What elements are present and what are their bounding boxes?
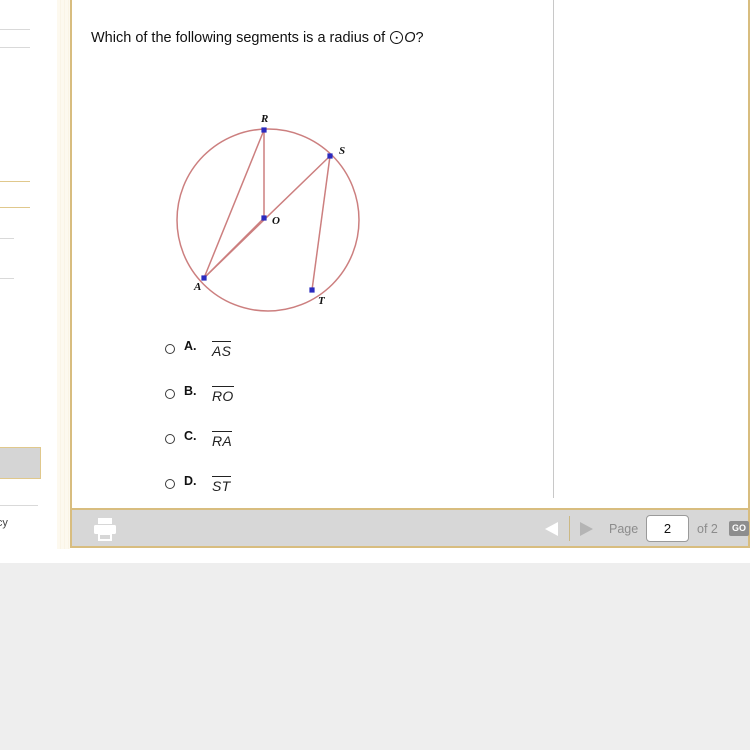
page-background-fill bbox=[0, 563, 750, 750]
radio-button-c[interactable] bbox=[165, 434, 175, 444]
sidebar-divider bbox=[0, 207, 30, 208]
segment-st bbox=[311, 155, 331, 291]
screenshot-root: s licy Multiple Choice: Please select th… bbox=[0, 0, 750, 750]
point-s bbox=[327, 153, 333, 159]
choice-letter: D. bbox=[184, 474, 197, 488]
page-label: Page bbox=[609, 522, 639, 536]
pdf-toolbar: Page of 2 GO bbox=[72, 508, 750, 546]
question-prompt-suffix: ? bbox=[415, 30, 424, 46]
arrow-left-icon[interactable] bbox=[545, 522, 558, 536]
answer-choices-list: A. AS B. RO C. RA D. ST bbox=[165, 338, 465, 508]
question-prompt: Which of the following segments is a rad… bbox=[91, 2, 531, 48]
arrow-right-icon[interactable] bbox=[580, 522, 593, 536]
radio-button-d[interactable] bbox=[165, 479, 175, 489]
sidebar-divider bbox=[0, 238, 14, 239]
sidebar-policy-link-clipped[interactable]: licy bbox=[0, 517, 8, 529]
radio-button-b[interactable] bbox=[165, 389, 175, 399]
go-button[interactable]: GO bbox=[729, 521, 750, 536]
left-sidebar: s licy bbox=[0, 0, 57, 563]
point-label-o: O bbox=[272, 215, 280, 227]
sidebar-divider bbox=[0, 47, 30, 48]
answer-choice-st[interactable]: D. ST bbox=[165, 473, 465, 508]
choice-segment-label: AS bbox=[212, 341, 232, 359]
question-content-region: Multiple Choice: Please select the best … bbox=[72, 0, 748, 508]
circle-with-center-dot-icon bbox=[390, 31, 404, 44]
answer-choice-ra[interactable]: C. RA bbox=[165, 428, 465, 473]
answer-choice-as[interactable]: A. AS bbox=[165, 338, 465, 383]
circle-geometry-diagram: R S O A T bbox=[167, 108, 377, 323]
choice-segment-label: ST bbox=[212, 476, 231, 494]
sidebar-divider bbox=[0, 29, 30, 30]
toolbar-separator bbox=[569, 516, 570, 541]
choice-letter: A. bbox=[184, 339, 197, 353]
sidebar-divider bbox=[0, 278, 14, 279]
question-prompt-prefix: Which of the following segments is a rad… bbox=[91, 30, 390, 46]
choice-segment-label: RA bbox=[212, 431, 233, 449]
point-r bbox=[261, 127, 267, 133]
sidebar-divider bbox=[0, 181, 30, 182]
point-label-t: T bbox=[318, 295, 326, 307]
choice-segment-label: RO bbox=[212, 386, 234, 404]
instruction-paragraph: Multiple Choice: Please select the best … bbox=[91, 0, 531, 2]
point-t bbox=[309, 287, 315, 293]
page-number-input[interactable] bbox=[646, 515, 689, 542]
frame-bottom-spacer bbox=[0, 549, 750, 563]
choice-letter: C. bbox=[184, 429, 197, 443]
segment-ra bbox=[203, 129, 265, 279]
sidebar-gray-button[interactable] bbox=[0, 447, 41, 479]
radio-button-a[interactable] bbox=[165, 344, 175, 354]
point-label-s: S bbox=[339, 145, 345, 157]
app-frame: Multiple Choice: Please select the best … bbox=[70, 0, 750, 548]
sidebar-gap-column bbox=[57, 0, 70, 563]
printer-icon-svg bbox=[94, 518, 116, 541]
point-o bbox=[261, 215, 267, 221]
page-total-label: of 2 bbox=[697, 522, 718, 536]
point-label-a: A bbox=[193, 281, 201, 293]
answer-choice-ro[interactable]: B. RO bbox=[165, 383, 465, 428]
point-label-r: R bbox=[260, 113, 268, 125]
choice-letter: B. bbox=[184, 384, 197, 398]
geometry-svg: R S O A T bbox=[176, 113, 360, 312]
sidebar-divider bbox=[0, 505, 38, 506]
segment-as bbox=[203, 155, 331, 279]
circle-center-label: O bbox=[404, 30, 416, 46]
question-block: Multiple Choice: Please select the best … bbox=[91, 0, 531, 48]
printer-icon[interactable] bbox=[90, 514, 120, 544]
content-vertical-divider bbox=[553, 0, 554, 498]
point-a bbox=[201, 275, 207, 281]
